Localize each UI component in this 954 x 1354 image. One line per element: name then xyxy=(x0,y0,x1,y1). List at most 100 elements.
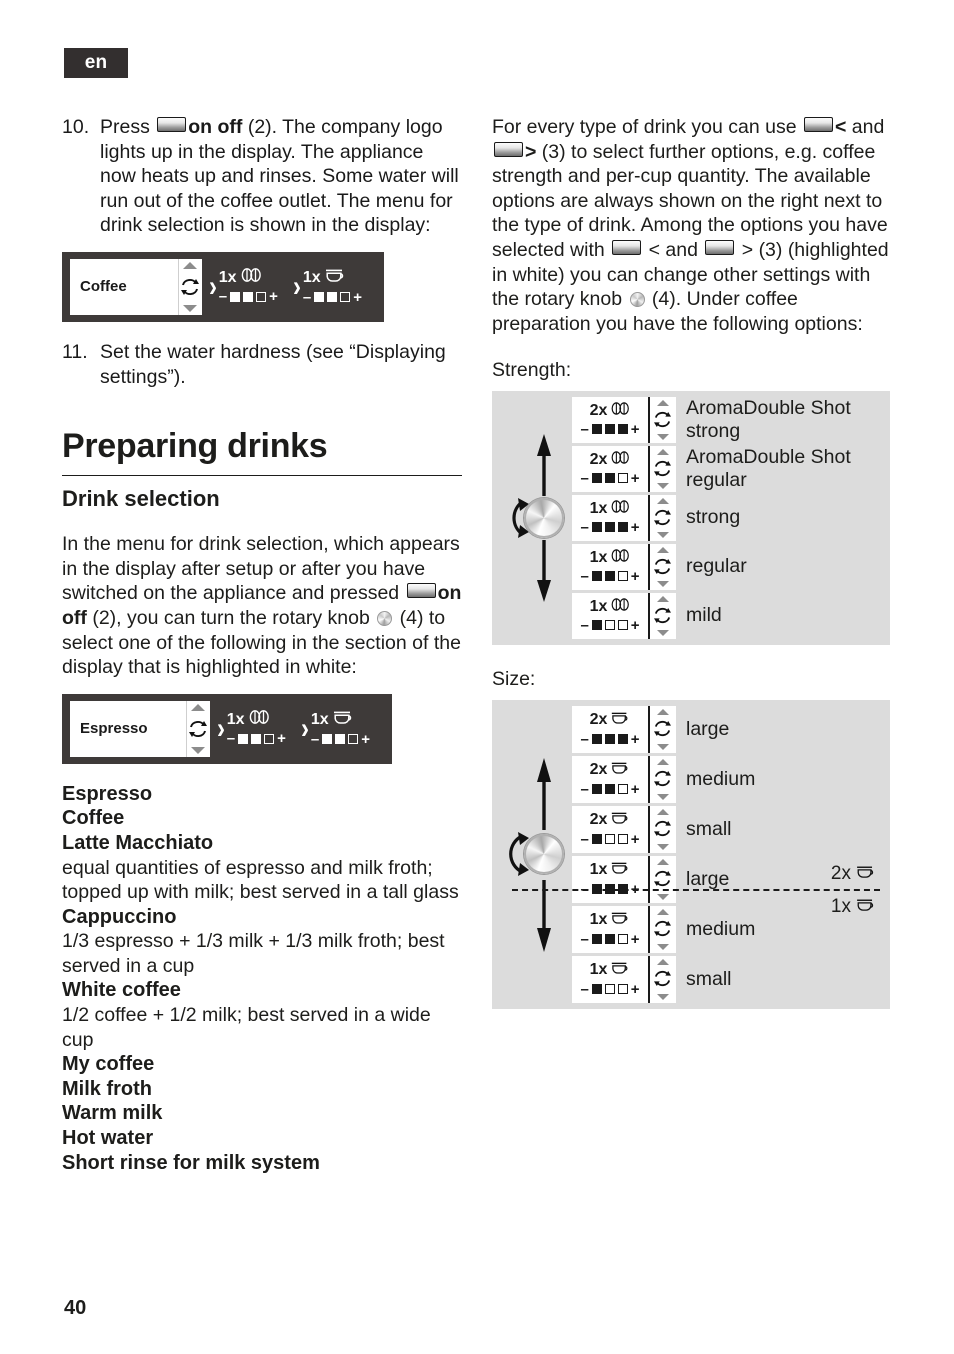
strength-row[interactable]: 2x – xyxy=(572,396,890,443)
scroll-down-arrow-icon[interactable] xyxy=(657,531,669,538)
option-level-bars: – + xyxy=(580,781,639,798)
display-option-size-coffee[interactable]: 1x – + xyxy=(303,268,362,306)
rotary-knob-graphic[interactable] xyxy=(524,834,564,875)
coffee-bean-icon xyxy=(240,268,262,287)
cup-icon xyxy=(332,710,354,730)
level-bar-2 xyxy=(604,784,615,795)
size-row[interactable]: 2x – xyxy=(572,705,890,753)
strength-row[interactable]: 1x – xyxy=(572,592,890,639)
rotate-icon xyxy=(188,720,208,738)
option-scroll-column[interactable] xyxy=(648,543,676,590)
strength-option-card[interactable]: 1x – + xyxy=(572,494,676,541)
minus-sign: – xyxy=(580,420,589,438)
scroll-up-arrow-icon[interactable] xyxy=(657,546,669,553)
lt-sign: < xyxy=(834,116,847,138)
strength-option-card[interactable]: 1x – + xyxy=(572,592,676,639)
scroll-down-arrow-icon[interactable] xyxy=(657,629,669,636)
drink-name-my-coffee: My coffee xyxy=(62,1053,155,1076)
size-option-card[interactable]: 1x – + xyxy=(572,855,676,903)
option-scroll-column[interactable] xyxy=(648,396,676,443)
option-level-bars: – + xyxy=(303,289,362,306)
size-row[interactable]: 2x – xyxy=(572,755,890,803)
scroll-up-arrow-icon[interactable] xyxy=(657,595,669,602)
scroll-up-arrow-icon[interactable] xyxy=(183,261,198,269)
level-bar-1 xyxy=(591,620,602,631)
display-scroll-column-coffee[interactable] xyxy=(178,258,202,315)
drink-name-warm-milk: Warm milk xyxy=(62,1102,163,1125)
coffee-bean-icon xyxy=(248,710,270,729)
size-option-card[interactable]: 1x – + xyxy=(572,955,676,1003)
option-scroll-column[interactable] xyxy=(648,445,676,492)
option-scroll-column[interactable] xyxy=(648,905,676,953)
size-option-card[interactable]: 1x – + xyxy=(572,905,676,953)
display-option-size-espresso[interactable]: 1x – + xyxy=(311,710,370,748)
scroll-up-arrow-icon[interactable] xyxy=(657,808,669,815)
scroll-up-arrow-icon[interactable] xyxy=(657,908,669,915)
size-option-card[interactable]: 2x – + xyxy=(572,805,676,853)
scroll-down-arrow-icon[interactable] xyxy=(657,993,669,1000)
strength-row[interactable]: 1x – xyxy=(572,494,890,541)
cup-icon xyxy=(855,896,876,918)
level-bar-1 xyxy=(591,473,602,484)
minus-sign: – xyxy=(580,616,589,634)
level-bar-3 xyxy=(617,473,628,484)
option-level-bars: – + xyxy=(227,730,286,747)
display-scroll-column-espresso[interactable] xyxy=(185,700,210,757)
option-scroll-column[interactable] xyxy=(648,494,676,541)
scroll-down-arrow-icon[interactable] xyxy=(657,482,669,489)
strength-option-card[interactable]: 2x – + xyxy=(572,396,676,443)
scroll-up-arrow-icon[interactable] xyxy=(657,858,669,865)
scroll-up-arrow-icon[interactable] xyxy=(657,497,669,504)
scroll-down-arrow-icon[interactable] xyxy=(657,580,669,587)
size-option-label: small xyxy=(686,817,732,840)
plus-sign: + xyxy=(630,830,640,848)
display-option-strength-coffee[interactable]: 1x – + xyxy=(219,268,278,305)
scroll-down-arrow-icon[interactable] xyxy=(657,433,669,440)
option-count: 1x xyxy=(589,548,608,566)
option-scroll-column[interactable] xyxy=(648,955,676,1003)
strength-option-card[interactable]: 1x – + xyxy=(572,543,676,590)
drink-name-short-rinse: Short rinse for milk system xyxy=(62,1151,320,1174)
size-rotary-knob-control[interactable] xyxy=(502,700,572,1009)
coffee-bean-icon xyxy=(610,402,630,420)
level-bar-1 xyxy=(591,934,602,945)
rotary-knob-graphic[interactable] xyxy=(524,497,564,538)
option-scroll-column[interactable] xyxy=(648,755,676,803)
scroll-up-arrow-icon[interactable] xyxy=(657,958,669,965)
scroll-down-arrow-icon[interactable] xyxy=(183,304,198,312)
strength-rotary-knob-control[interactable] xyxy=(502,391,572,645)
scroll-up-arrow-icon[interactable] xyxy=(657,758,669,765)
strength-option-card[interactable]: 2x – + xyxy=(572,445,676,492)
option-scroll-column[interactable] xyxy=(648,805,676,853)
size-option-card[interactable]: 2x – + xyxy=(572,705,676,753)
scroll-up-arrow-icon[interactable] xyxy=(657,448,669,455)
option-scroll-column[interactable] xyxy=(648,855,676,903)
rotate-icon xyxy=(653,770,673,788)
size-row[interactable]: 1x – xyxy=(572,955,890,1003)
scroll-down-arrow-icon[interactable] xyxy=(657,793,669,800)
scroll-down-arrow-icon[interactable] xyxy=(657,943,669,950)
size-divider-label-2x: 2x xyxy=(831,863,876,885)
strength-panel-label: Strength: xyxy=(492,359,572,382)
scroll-up-arrow-icon[interactable] xyxy=(657,399,669,406)
strength-row[interactable]: 2x – xyxy=(572,445,890,492)
option-scroll-column[interactable] xyxy=(648,705,676,753)
coffee-bean-icon xyxy=(610,598,630,616)
strength-row[interactable]: 1x – xyxy=(572,543,890,590)
scroll-up-arrow-icon[interactable] xyxy=(657,708,669,715)
display-option-strength-espresso[interactable]: 1x – + xyxy=(227,710,286,747)
option-scroll-column[interactable] xyxy=(648,592,676,639)
scroll-down-arrow-icon[interactable] xyxy=(657,893,669,900)
rotary-knob-icon xyxy=(629,292,645,308)
size-row[interactable]: 2x – xyxy=(572,805,890,853)
level-bar-1 xyxy=(591,522,602,533)
option-level-bars: – + xyxy=(580,981,639,998)
scroll-down-arrow-icon[interactable] xyxy=(657,743,669,750)
option-count: 1x xyxy=(226,710,245,728)
level-bar-2 xyxy=(604,473,615,484)
level-bar-1 xyxy=(591,734,602,745)
scroll-down-arrow-icon[interactable] xyxy=(657,843,669,850)
size-option-card[interactable]: 2x – + xyxy=(572,755,676,803)
scroll-down-arrow-icon[interactable] xyxy=(191,746,206,754)
scroll-up-arrow-icon[interactable] xyxy=(191,703,206,711)
